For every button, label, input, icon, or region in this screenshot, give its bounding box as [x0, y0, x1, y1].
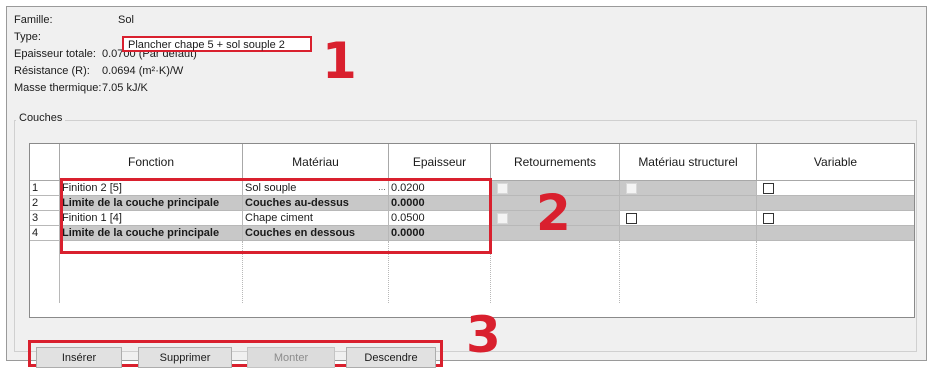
structurel-cell[interactable] [620, 211, 757, 226]
couches-group-title: Couches [16, 112, 66, 124]
variable-cell [757, 226, 914, 241]
inserer-button[interactable]: Insérer [36, 347, 122, 368]
annotation-number-3: 3 [466, 306, 501, 364]
retournements-checkbox [497, 183, 508, 195]
empty-variable-col [757, 241, 914, 303]
variable-checkbox[interactable] [763, 213, 774, 225]
empty-structurel-col [620, 241, 757, 303]
epaisseur-label: Epaisseur totale: [14, 48, 96, 60]
header-variable[interactable]: Variable [757, 144, 914, 181]
structurel-checkbox [626, 183, 637, 195]
annotation-number-2: 2 [536, 184, 571, 242]
variable-checkbox[interactable] [763, 183, 774, 195]
type-value: Plancher chape 5 + sol souple 2 [128, 39, 285, 51]
structurel-cell [620, 226, 757, 241]
structurel-checkbox[interactable] [626, 213, 637, 225]
famille-label: Famille: [14, 14, 53, 26]
resistance-label: Résistance (R): [14, 65, 90, 77]
descendre-button[interactable]: Descendre [346, 347, 436, 368]
masse-label: Masse thermique: [14, 82, 102, 94]
retournements-checkbox [497, 213, 508, 225]
structurel-cell [620, 181, 757, 196]
row-number[interactable]: 1 [30, 181, 60, 196]
variable-cell[interactable] [757, 211, 914, 226]
masse-value: 7.05 kJ/K [102, 82, 148, 94]
row-number[interactable]: 3 [30, 211, 60, 226]
structurel-cell [620, 196, 757, 211]
type-label: Type: [14, 31, 41, 43]
famille-value: Sol [118, 14, 134, 26]
monter-button[interactable]: Monter [247, 347, 335, 368]
header-epaisseur[interactable]: Epaisseur [389, 144, 491, 181]
type-value-field[interactable]: Plancher chape 5 + sol souple 2 [122, 36, 312, 52]
annotation-number-1: 1 [322, 32, 357, 90]
resistance-value: 0.0694 (m²·K)/W [102, 65, 184, 77]
supprimer-button[interactable]: Supprimer [138, 347, 232, 368]
row-number[interactable]: 2 [30, 196, 60, 211]
table-header-row: Fonction Matériau Epaisseur Retournement… [30, 144, 914, 181]
header-materiau[interactable]: Matériau [243, 144, 389, 181]
variable-cell [757, 196, 914, 211]
button-bar: Insérer Supprimer Monter Descendre [28, 341, 443, 368]
header-corner [30, 144, 60, 181]
row-number[interactable]: 4 [30, 226, 60, 241]
variable-cell[interactable] [757, 181, 914, 196]
empty-retournements-col [491, 241, 620, 303]
highlight-box-rows [60, 178, 492, 254]
header-materiau-structurel[interactable]: Matériau structurel [620, 144, 757, 181]
header-fonction[interactable]: Fonction [60, 144, 243, 181]
header-retournements[interactable]: Retournements [491, 144, 620, 181]
empty-number-col [30, 241, 60, 303]
